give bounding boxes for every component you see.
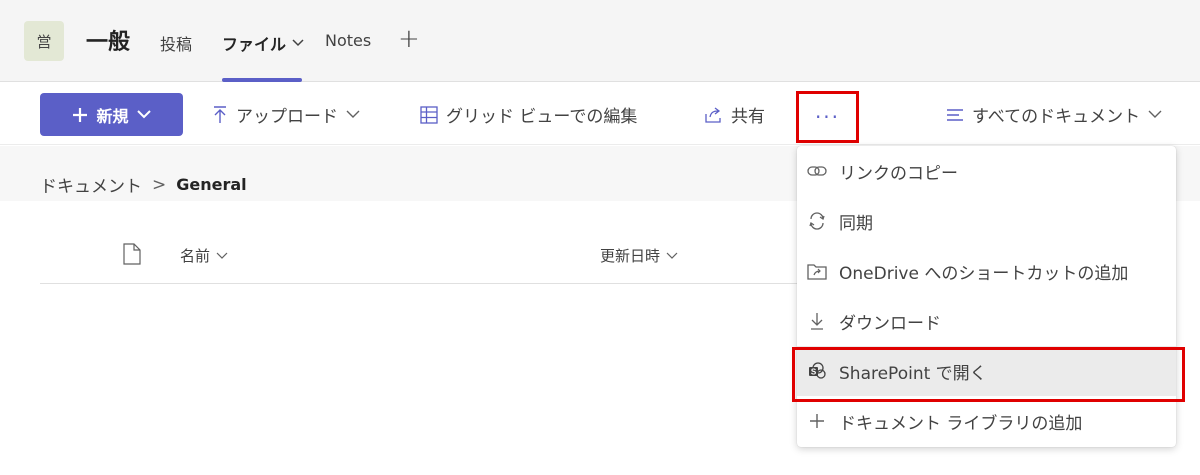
column-name[interactable]: 名前	[180, 245, 228, 266]
upload-button[interactable]: アップロード	[212, 102, 360, 127]
download-icon	[807, 312, 827, 330]
sharepoint-icon: S	[807, 361, 827, 381]
chevron-down-icon	[666, 252, 678, 259]
file-list-header: 名前 更新日時	[40, 234, 800, 284]
breadcrumb-current: General	[176, 175, 247, 194]
menu-item-label: SharePoint で開く	[839, 363, 987, 384]
menu-item-label: リンクのコピー	[839, 163, 958, 184]
breadcrumb-separator: >	[152, 174, 167, 195]
breadcrumb: ドキュメント > General	[40, 172, 247, 198]
svg-text:S: S	[811, 368, 817, 377]
menu-item-open-sharepoint[interactable]: S SharePoint で開く	[797, 346, 1176, 396]
shortcut-icon	[807, 262, 827, 280]
grid-edit-label: グリッド ビューでの編集	[446, 107, 638, 127]
menu-item-download[interactable]: ダウンロード	[797, 296, 1176, 346]
link-icon	[807, 164, 827, 178]
new-button[interactable]: 新規	[40, 93, 183, 136]
breadcrumb-root[interactable]: ドキュメント	[40, 172, 142, 197]
tab-notes[interactable]: Notes	[325, 31, 371, 50]
team-avatar[interactable]: 営	[24, 21, 64, 61]
plus-icon	[73, 107, 88, 122]
column-modified[interactable]: 更新日時	[600, 245, 678, 266]
chevron-down-icon	[216, 252, 228, 259]
chevron-down-icon	[346, 110, 360, 118]
add-tab-button[interactable]: +	[398, 26, 420, 52]
share-label: 共有	[731, 107, 765, 127]
menu-item-sync[interactable]: 同期	[797, 196, 1176, 246]
plus-icon: +	[398, 24, 420, 54]
list-view-icon	[947, 108, 963, 121]
share-button[interactable]: 共有	[705, 102, 765, 127]
menu-item-label: ドキュメント ライブラリの追加	[839, 413, 1083, 434]
view-selector[interactable]: すべてのドキュメント	[946, 102, 1162, 127]
file-type-icon[interactable]	[123, 243, 141, 269]
sync-icon	[807, 211, 827, 231]
tab-files[interactable]: ファイル	[222, 31, 304, 55]
column-modified-label: 更新日時	[600, 247, 661, 265]
share-icon	[705, 106, 721, 123]
grid-icon	[420, 105, 438, 124]
menu-item-label: OneDrive へのショートカットの追加	[839, 263, 1129, 284]
more-options-menu: リンクのコピー 同期 OneDrive へのショートカットの追加 ダウンロード …	[797, 146, 1176, 447]
menu-item-add-library[interactable]: ドキュメント ライブラリの追加	[797, 396, 1176, 446]
tab-posts[interactable]: 投稿	[160, 31, 192, 55]
upload-icon	[214, 105, 226, 123]
tab-files-label: ファイル	[222, 35, 287, 54]
menu-item-label: 同期	[839, 213, 873, 234]
more-icon: ···	[814, 105, 841, 129]
upload-label: アップロード	[236, 107, 338, 127]
column-name-label: 名前	[180, 247, 211, 265]
plus-icon	[807, 413, 827, 429]
view-label: すべてのドキュメント	[972, 107, 1141, 127]
menu-item-copy-link[interactable]: リンクのコピー	[797, 146, 1176, 196]
channel-title: 一般	[86, 30, 131, 55]
more-options-button[interactable]: ···	[796, 91, 859, 143]
menu-item-label: ダウンロード	[839, 313, 941, 334]
chevron-down-icon	[1148, 110, 1162, 118]
chevron-down-icon	[136, 110, 151, 119]
channel-header: 営 一般 投稿 ファイル Notes +	[0, 0, 1200, 82]
active-tab-indicator	[222, 78, 302, 82]
new-button-label: 新規	[96, 106, 129, 126]
menu-item-onedrive-shortcut[interactable]: OneDrive へのショートカットの追加	[797, 246, 1176, 296]
chevron-down-icon	[292, 39, 304, 47]
grid-edit-button[interactable]: グリッド ビューでの編集	[420, 102, 637, 127]
command-bar: 新規 アップロード グリッド ビューでの編集 共有 ··· すべてのドキュメント	[0, 83, 1200, 145]
